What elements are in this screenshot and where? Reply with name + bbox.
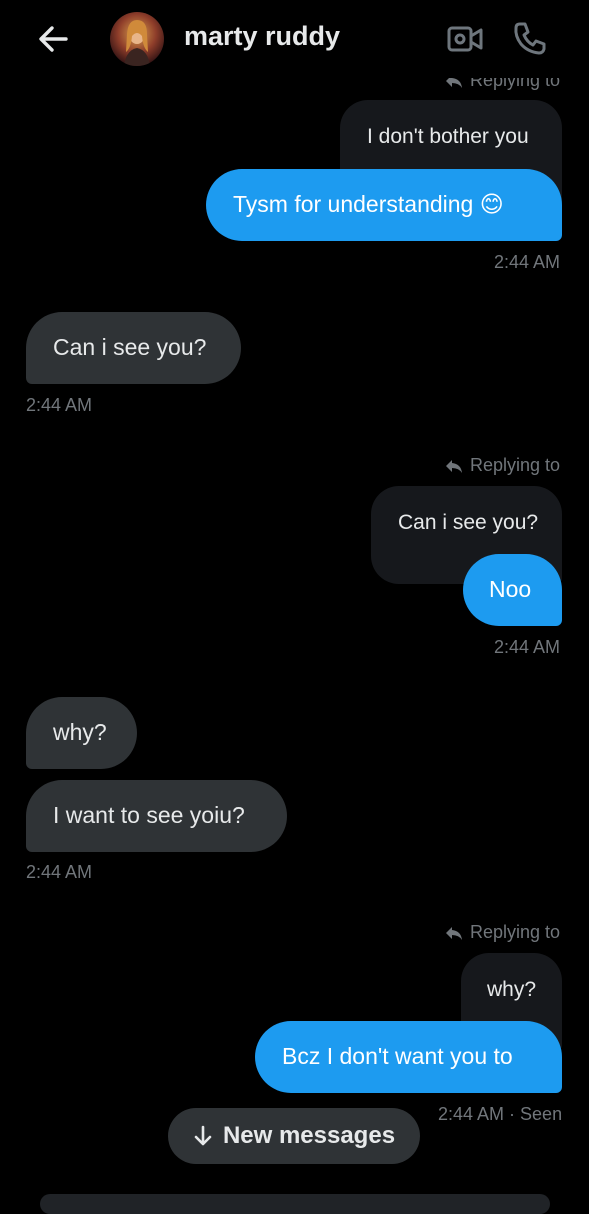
replying-to-label: Replying to bbox=[444, 455, 560, 476]
conversation-title[interactable]: marty ruddy bbox=[184, 21, 340, 52]
replying-to-text: Replying to bbox=[470, 922, 561, 942]
sent-message[interactable]: Noo bbox=[463, 554, 562, 626]
replying-to-label: Replying to bbox=[444, 922, 560, 943]
new-messages-button[interactable]: New messages bbox=[168, 1108, 420, 1164]
received-message[interactable]: I want to see yoiu? bbox=[26, 780, 287, 852]
sent-message[interactable]: Bcz I don't want you to bbox=[255, 1021, 562, 1093]
avatar[interactable] bbox=[110, 12, 164, 66]
received-message[interactable]: Can i see you? bbox=[26, 312, 241, 384]
received-message[interactable]: why? bbox=[26, 697, 137, 769]
message-text: Can i see you? bbox=[53, 334, 207, 360]
message-composer[interactable] bbox=[40, 1194, 550, 1214]
chat-header: marty ruddy bbox=[0, 0, 589, 78]
new-messages-label: New messages bbox=[222, 1122, 396, 1149]
quoted-message-text: why? bbox=[487, 978, 537, 1001]
reply-arrow-icon bbox=[446, 926, 462, 940]
phone-icon[interactable] bbox=[512, 20, 548, 56]
replying-to-text: Replying to bbox=[470, 455, 561, 475]
reply-arrow-icon bbox=[446, 459, 462, 473]
message-text: Noo bbox=[489, 576, 532, 602]
arrow-left-icon[interactable] bbox=[36, 22, 70, 56]
quoted-message-text: Can i see you? bbox=[398, 511, 539, 534]
message-text: I want to see yoiu? bbox=[53, 802, 245, 828]
message-text: Tysm for understanding 😊 bbox=[233, 191, 504, 217]
message-timestamp: 2:44 AM bbox=[494, 252, 561, 272]
sent-message[interactable]: Tysm for understanding 😊 bbox=[206, 169, 562, 241]
message-timestamp: 2:44 AM bbox=[26, 862, 93, 882]
message-timestamp: 2:44 AM · Seen bbox=[438, 1104, 563, 1124]
quoted-message-text: I don't bother you bbox=[367, 125, 529, 148]
arrow-down-icon bbox=[194, 1125, 212, 1146]
message-timestamp: 2:44 AM bbox=[26, 395, 93, 415]
message-timestamp: 2:44 AM bbox=[494, 637, 561, 657]
message-text: why? bbox=[53, 719, 107, 745]
message-text: Bcz I don't want you to bbox=[282, 1043, 513, 1069]
video-camera-icon[interactable] bbox=[446, 22, 484, 56]
